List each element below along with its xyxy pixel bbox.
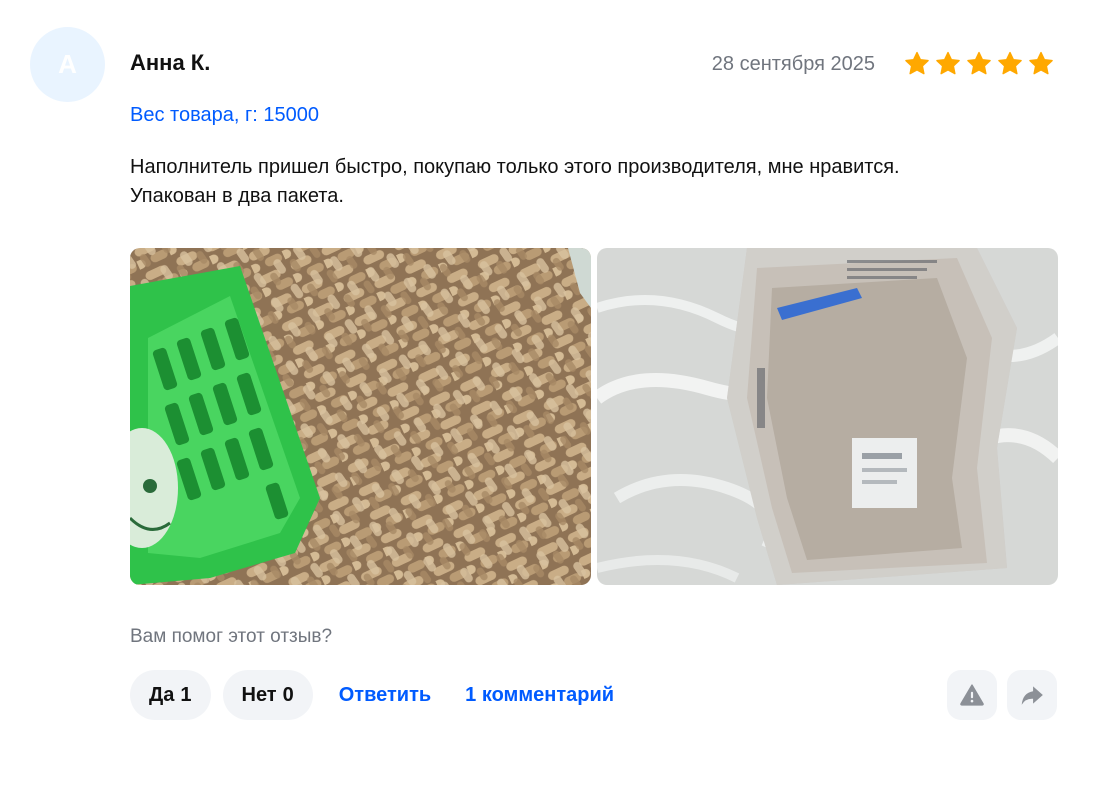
review-text-line: Наполнитель пришел быстро, покупаю тольк… xyxy=(130,156,900,178)
share-icon xyxy=(1021,686,1043,705)
share-button[interactable] xyxy=(1007,670,1057,720)
avatar: А xyxy=(30,27,105,102)
rating-stars xyxy=(903,50,1055,78)
star-icon xyxy=(1029,51,1053,75)
pellets-image xyxy=(130,248,591,585)
report-button[interactable] xyxy=(947,670,997,720)
vote-no-button[interactable]: Нет 0 xyxy=(222,670,313,720)
package-image xyxy=(597,248,1058,585)
feedback-actions: Да 1 Нет 0 Ответить 1 комментарий xyxy=(130,670,634,720)
avatar-letter: А xyxy=(58,49,77,79)
vote-yes-label: Да xyxy=(149,683,175,706)
vote-yes-count: 1 xyxy=(180,683,192,706)
review-text-line: Упакован в два пакета. xyxy=(130,185,344,207)
star-icon xyxy=(967,51,991,75)
review-text: Наполнитель пришел быстро, покупаю тольк… xyxy=(130,153,1050,211)
warning-icon xyxy=(960,684,984,706)
vote-no-count: 0 xyxy=(282,683,294,706)
reply-link[interactable]: Ответить xyxy=(339,684,431,707)
review-photo-package[interactable] xyxy=(597,248,1058,585)
star-icon xyxy=(905,51,929,75)
vote-no-label: Нет xyxy=(241,683,277,706)
product-variant[interactable]: Вес товара, г: 15000 xyxy=(130,102,319,128)
review-card: А Анна К. 28 сентября 2025 Вес товара, г… xyxy=(0,0,1107,787)
review-photo-pellets[interactable] xyxy=(130,248,591,585)
star-icon xyxy=(998,51,1022,75)
star-icon xyxy=(936,51,960,75)
review-photos xyxy=(130,248,1058,585)
vote-yes-button[interactable]: Да 1 xyxy=(130,670,211,720)
comments-link[interactable]: 1 комментарий xyxy=(465,684,614,707)
helpful-question: Вам помог этот отзыв? xyxy=(130,626,333,647)
review-date: 28 сентября 2025 xyxy=(711,53,875,75)
author-name[interactable]: Анна К. xyxy=(130,49,210,77)
